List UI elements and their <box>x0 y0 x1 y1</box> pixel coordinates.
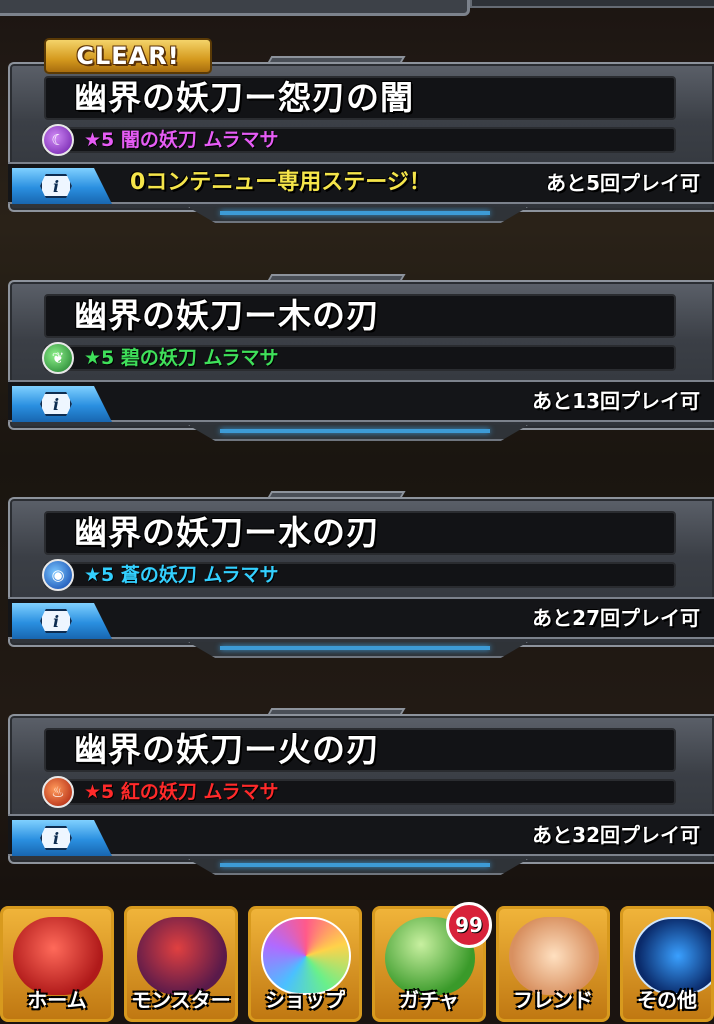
card-glow <box>220 863 490 867</box>
card-bottom-tab <box>188 207 528 223</box>
nav-label: その他 <box>637 988 697 1012</box>
nav-shop[interactable]: ショップ <box>248 906 362 1022</box>
fire-element-icon: ♨ <box>42 776 74 808</box>
stage-card[interactable]: CLEAR! 幽界の妖刀ー怨刃の闇 ☾ ★5 闇の妖刀 ムラマサ i 0コンテニ… <box>8 38 714 227</box>
card-glow <box>220 429 490 433</box>
plays-remaining: あと32回プレイ可 <box>532 823 700 847</box>
stage-monster: ★5 碧の妖刀 ムラマサ <box>84 347 279 369</box>
nav-label: ホーム <box>27 988 87 1012</box>
stage-title: 幽界の妖刀ー水の刃 <box>74 513 380 552</box>
stage-card[interactable]: 幽界の妖刀ー木の刃 ❦ ★5 碧の妖刀 ムラマサ i あと13回プレイ可 <box>8 270 714 445</box>
previous-panel-edge-right <box>470 0 714 8</box>
plays-remaining: あと27回プレイ可 <box>532 606 700 630</box>
info-icon: i <box>40 826 72 850</box>
plays-remaining: あと5回プレイ可 <box>546 171 700 195</box>
card-bottom-tab <box>188 859 528 875</box>
dark-element-icon: ☾ <box>42 124 74 156</box>
stage-title: 幽界の妖刀ー木の刃 <box>74 296 380 335</box>
plays-remaining: あと13回プレイ可 <box>532 389 700 413</box>
nav-monster[interactable]: モンスター <box>124 906 238 1022</box>
water-element-icon: ◉ <box>42 559 74 591</box>
info-icon: i <box>40 392 72 416</box>
clear-badge: CLEAR! <box>44 38 212 74</box>
nav-home[interactable]: ホーム <box>0 906 114 1022</box>
stage-card[interactable]: 幽界の妖刀ー火の刃 ♨ ★5 紅の妖刀 ムラマサ i あと32回プレイ可 <box>8 704 714 879</box>
gacha-count-badge: 99 <box>446 902 492 948</box>
nav-label: フレンド <box>513 988 593 1012</box>
card-glow <box>220 211 490 215</box>
nav-friend[interactable]: フレンド <box>496 906 610 1022</box>
stage-monster: ★5 蒼の妖刀 ムラマサ <box>84 564 279 586</box>
stage-monster: ★5 紅の妖刀 ムラマサ <box>84 781 279 803</box>
nav-label: モンスター <box>131 988 231 1012</box>
card-bottom-tab <box>188 642 528 658</box>
info-icon: i <box>40 174 72 198</box>
nav-other[interactable]: その他 <box>620 906 714 1022</box>
card-bottom-tab <box>188 425 528 441</box>
previous-panel-edge <box>0 0 470 16</box>
top-edge <box>0 0 714 22</box>
stage-monster: ★5 闇の妖刀 ムラマサ <box>84 129 279 151</box>
nav-label: ガチャ <box>399 988 459 1012</box>
wood-element-icon: ❦ <box>42 342 74 374</box>
bottom-nav: ホーム モンスター ショップ ガチャ フレンド その他 <box>0 900 714 1024</box>
stage-title: 幽界の妖刀ー火の刃 <box>74 730 380 769</box>
stage-title: 幽界の妖刀ー怨刃の闇 <box>74 78 414 117</box>
card-glow <box>220 646 490 650</box>
nav-label: ショップ <box>265 988 345 1012</box>
stage-card[interactable]: 幽界の妖刀ー水の刃 ◉ ★5 蒼の妖刀 ムラマサ i あと27回プレイ可 <box>8 487 714 662</box>
stage-notice: 0コンテニュー専用ステージ！ <box>130 170 431 195</box>
info-icon: i <box>40 609 72 633</box>
